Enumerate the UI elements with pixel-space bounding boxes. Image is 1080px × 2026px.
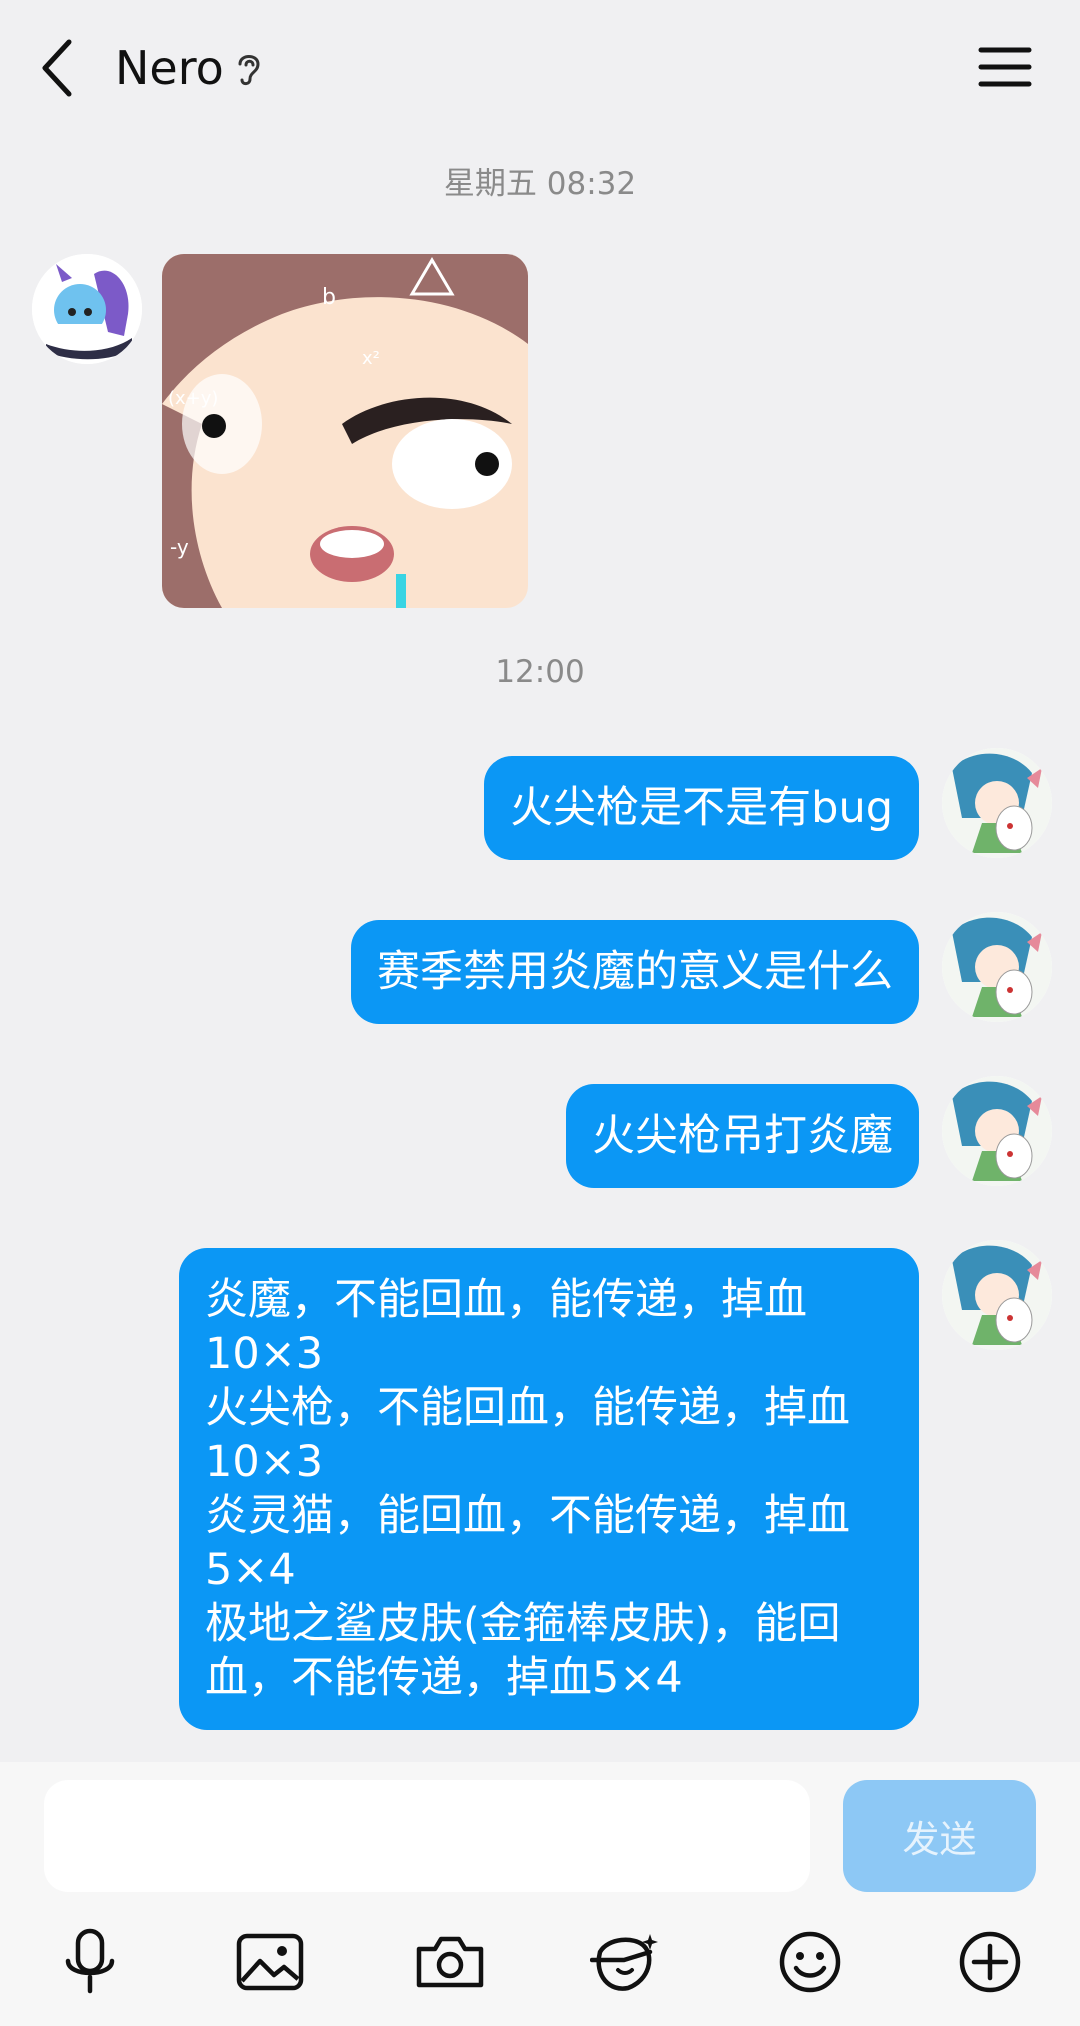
message-line: 炎魔，不能回血，能传递，掉血 xyxy=(205,1275,807,1325)
contact-avatar-image xyxy=(32,254,142,364)
sticker-icon xyxy=(590,1934,658,1991)
svg-text:x²: x² xyxy=(362,348,380,369)
own-avatar[interactable] xyxy=(942,1076,1052,1186)
voice-button[interactable] xyxy=(50,1922,130,2002)
image-message[interactable]: b x² -y (x+y) xyxy=(162,254,528,608)
own-avatar-image xyxy=(942,1076,1052,1186)
svg-text:-y: -y xyxy=(170,535,189,559)
image-icon xyxy=(236,1933,304,1991)
message-line: 炎灵猫，能回血，不能传递，掉血 xyxy=(205,1491,850,1541)
outgoing-message[interactable]: 火尖枪是不是有bug xyxy=(484,756,919,860)
menu-button[interactable] xyxy=(978,40,1032,94)
more-button[interactable] xyxy=(950,1922,1030,2002)
ear-icon xyxy=(238,55,260,86)
outgoing-message[interactable]: 炎魔，不能回血，能传递，掉血 10×3 火尖枪，不能回血，能传递，掉血 10×3… xyxy=(179,1248,919,1730)
message-line: 5×4 xyxy=(205,1545,296,1595)
message-line: 10×3 xyxy=(205,1437,324,1487)
chat-title[interactable]: Nero xyxy=(115,38,224,98)
own-avatar-image xyxy=(942,748,1052,858)
camera-icon xyxy=(416,1936,484,1988)
message-line: 10×3 xyxy=(205,1329,324,1379)
own-avatar[interactable] xyxy=(942,748,1052,858)
own-avatar[interactable] xyxy=(942,912,1052,1022)
message-line: 极地之鲨皮肤(金箍棒皮肤)，能回 xyxy=(205,1599,841,1649)
message-input[interactable] xyxy=(44,1780,810,1892)
chat-header: Nero xyxy=(0,0,1080,140)
menu-icon xyxy=(978,47,1032,87)
gallery-button[interactable] xyxy=(230,1922,310,2002)
back-button[interactable] xyxy=(32,30,82,106)
sticker-button[interactable] xyxy=(586,1922,666,2002)
outgoing-message[interactable]: 火尖枪吊打炎魔 xyxy=(566,1084,919,1188)
outgoing-message[interactable]: 赛季禁用炎魔的意义是什么 xyxy=(351,920,919,1024)
back-arrow-icon xyxy=(42,39,72,97)
emoji-icon xyxy=(779,1931,841,1993)
own-avatar-image xyxy=(942,912,1052,1022)
own-avatar[interactable] xyxy=(942,1240,1052,1350)
meme-image: b x² -y (x+y) xyxy=(162,254,528,608)
composer: 发送 xyxy=(0,1762,1080,2026)
svg-text:b: b xyxy=(322,285,336,310)
own-avatar-image xyxy=(942,1240,1052,1350)
timestamp: 星期五 08:32 xyxy=(443,166,637,202)
send-button[interactable]: 发送 xyxy=(843,1780,1036,1892)
contact-avatar[interactable] xyxy=(32,254,142,364)
microphone-icon xyxy=(65,1928,115,1994)
plus-icon xyxy=(959,1931,1021,1993)
timestamp: 12:00 xyxy=(495,654,585,690)
camera-button[interactable] xyxy=(410,1922,490,2002)
message-line: 血，不能传递，掉血5×4 xyxy=(205,1653,683,1703)
message-line: 火尖枪，不能回血，能传递，掉血 xyxy=(205,1383,850,1433)
emoji-button[interactable] xyxy=(770,1922,850,2002)
svg-text:(x+y): (x+y) xyxy=(168,388,218,409)
